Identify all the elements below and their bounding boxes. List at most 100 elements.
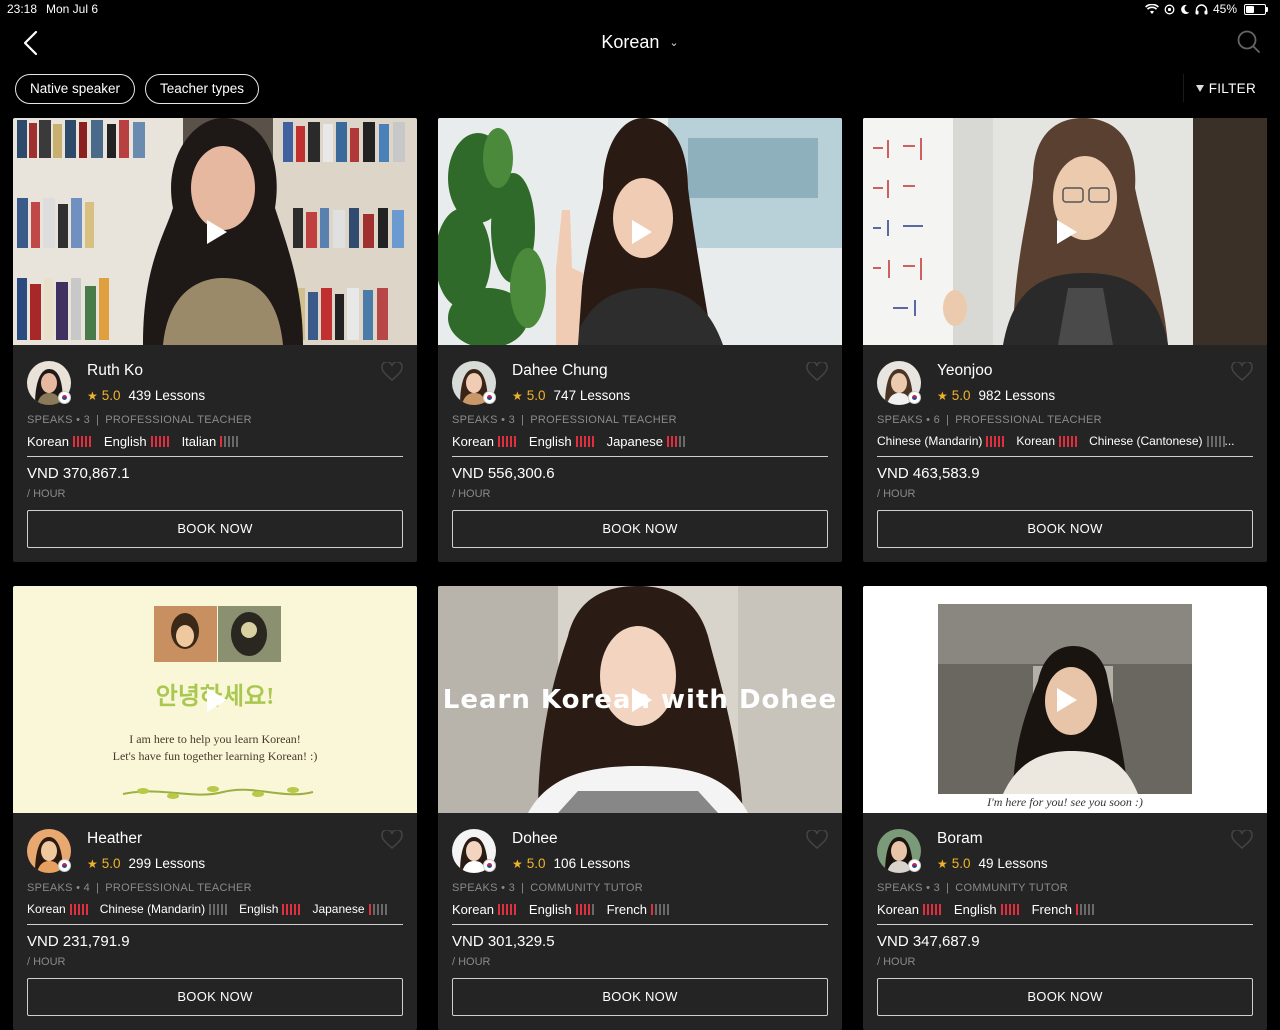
- proficiency-tick: [162, 436, 165, 447]
- divider: [452, 456, 828, 457]
- proficiency-tick: [384, 903, 387, 915]
- proficiency-tick: [1218, 435, 1221, 447]
- status-date: Mon Jul 6: [46, 2, 99, 16]
- proficiency-tick: [674, 436, 677, 447]
- price-unit: / HOUR: [877, 956, 916, 968]
- proficiency-bars: [575, 904, 594, 915]
- proficiency-bars: [72, 436, 91, 447]
- proficiency-bars: [666, 436, 685, 447]
- language-name: Chinese (Cantonese): [1089, 434, 1203, 448]
- play-icon: [1057, 219, 1077, 244]
- intro-video[interactable]: [13, 118, 417, 345]
- proficiency-tick: [1059, 435, 1062, 447]
- teacher-name[interactable]: Ruth Ko: [87, 362, 143, 380]
- proficiency-tick: [380, 903, 383, 915]
- teacher-name[interactable]: Yeonjoo: [937, 362, 992, 380]
- heart-icon[interactable]: [1231, 830, 1253, 850]
- proficiency-tick: [579, 436, 582, 447]
- proficiency-tick: [994, 435, 997, 447]
- book-now-button[interactable]: BOOK NOW: [877, 978, 1253, 1016]
- book-now-button[interactable]: BOOK NOW: [877, 510, 1253, 548]
- heart-icon[interactable]: [381, 362, 403, 382]
- language-item: English: [239, 902, 301, 916]
- intro-video[interactable]: 안녕하세요! I am here to help you learn Korea…: [13, 586, 417, 813]
- proficiency-tick: [286, 903, 289, 915]
- teacher-types-chip[interactable]: Teacher types: [145, 74, 260, 104]
- proficiency-bars: [497, 904, 516, 915]
- language-name: French: [1031, 902, 1073, 917]
- teacher-name[interactable]: Boram: [937, 830, 983, 848]
- language-item: Korean: [1016, 434, 1078, 448]
- funnel-icon: [1195, 85, 1204, 92]
- search-icon[interactable]: [1236, 29, 1262, 55]
- rating: ★ 5.0 747 Lessons: [512, 388, 630, 403]
- play-icon: [632, 219, 652, 244]
- heart-icon[interactable]: [806, 362, 828, 382]
- proficiency-bars: [651, 904, 670, 915]
- filter-label: FILTER: [1208, 81, 1256, 96]
- book-now-button[interactable]: BOOK NOW: [27, 510, 403, 548]
- play-icon: [632, 687, 652, 712]
- book-now-button[interactable]: BOOK NOW: [452, 978, 828, 1016]
- teacher-card: I'm here for you! see you soon :) Boram …: [863, 586, 1267, 1030]
- divider: [877, 456, 1253, 457]
- language-list: Korean English Japanese: [452, 434, 832, 449]
- star-icon: ★: [87, 388, 98, 403]
- star-icon: ★: [937, 856, 948, 871]
- teacher-name[interactable]: Dohee: [512, 830, 558, 848]
- intro-video[interactable]: I'm here for you! see you soon :): [863, 586, 1267, 813]
- intro-video[interactable]: [863, 118, 1267, 345]
- proficiency-tick: [88, 436, 91, 447]
- proficiency-tick: [1080, 904, 1083, 915]
- proficiency-bars: [209, 903, 228, 915]
- proficiency-tick: [651, 904, 654, 915]
- teacher-type: PROFESSIONAL TEACHER: [955, 414, 1102, 426]
- battery-percent: 45%: [1212, 2, 1237, 16]
- teacher-meta: SPEAKS • 3 | PROFESSIONAL TEACHER: [452, 414, 677, 426]
- heart-icon[interactable]: [381, 830, 403, 850]
- language-list: Korean English French: [877, 902, 1257, 917]
- teacher-name[interactable]: Heather: [87, 830, 142, 848]
- proficiency-tick: [294, 903, 297, 915]
- proficiency-bars: [1076, 904, 1095, 915]
- rating-score: 5.0: [951, 856, 971, 871]
- proficiency-tick: [587, 904, 590, 915]
- book-now-button[interactable]: BOOK NOW: [27, 978, 403, 1016]
- intro-video[interactable]: Learn Korean with Dohee: [438, 586, 842, 813]
- proficiency-tick: [655, 904, 658, 915]
- language-name: Korean: [877, 902, 919, 917]
- proficiency-tick: [69, 903, 72, 915]
- proficiency-bars: [282, 903, 301, 915]
- language-name: French: [606, 902, 648, 917]
- price-unit: / HOUR: [452, 956, 491, 968]
- page-title: Korean: [601, 32, 660, 52]
- divider: [452, 924, 828, 925]
- proficiency-tick: [1084, 904, 1087, 915]
- proficiency-tick: [220, 436, 223, 447]
- proficiency-tick: [922, 904, 925, 915]
- teacher-name[interactable]: Dahee Chung: [512, 362, 608, 380]
- book-now-button[interactable]: BOOK NOW: [452, 510, 828, 548]
- proficiency-tick: [1002, 435, 1005, 447]
- speaks-count: SPEAKS • 4: [27, 882, 91, 894]
- language-name: Italian: [181, 434, 217, 449]
- intro-video[interactable]: [438, 118, 842, 345]
- rating: ★ 5.0 49 Lessons: [937, 856, 1048, 871]
- heart-icon[interactable]: [1231, 362, 1253, 382]
- proficiency-tick: [659, 904, 662, 915]
- proficiency-tick: [926, 904, 929, 915]
- teacher-meta: SPEAKS • 3 | COMMUNITY TUTOR: [877, 882, 1068, 894]
- teacher-type: PROFESSIONAL TEACHER: [530, 414, 677, 426]
- language-item: French: [606, 902, 670, 917]
- proficiency-tick: [213, 903, 216, 915]
- filter-button[interactable]: FILTER: [1195, 81, 1256, 96]
- proficiency-tick: [282, 903, 285, 915]
- native-speaker-chip[interactable]: Native speaker: [15, 74, 136, 104]
- proficiency-tick: [591, 436, 594, 447]
- proficiency-tick: [209, 903, 212, 915]
- heart-icon[interactable]: [806, 830, 828, 850]
- language-dropdown[interactable]: Korean ⌄: [0, 32, 1280, 53]
- proficiency-tick: [509, 904, 512, 915]
- language-name: English: [239, 902, 279, 916]
- language-list: Korean English Italian: [27, 434, 407, 449]
